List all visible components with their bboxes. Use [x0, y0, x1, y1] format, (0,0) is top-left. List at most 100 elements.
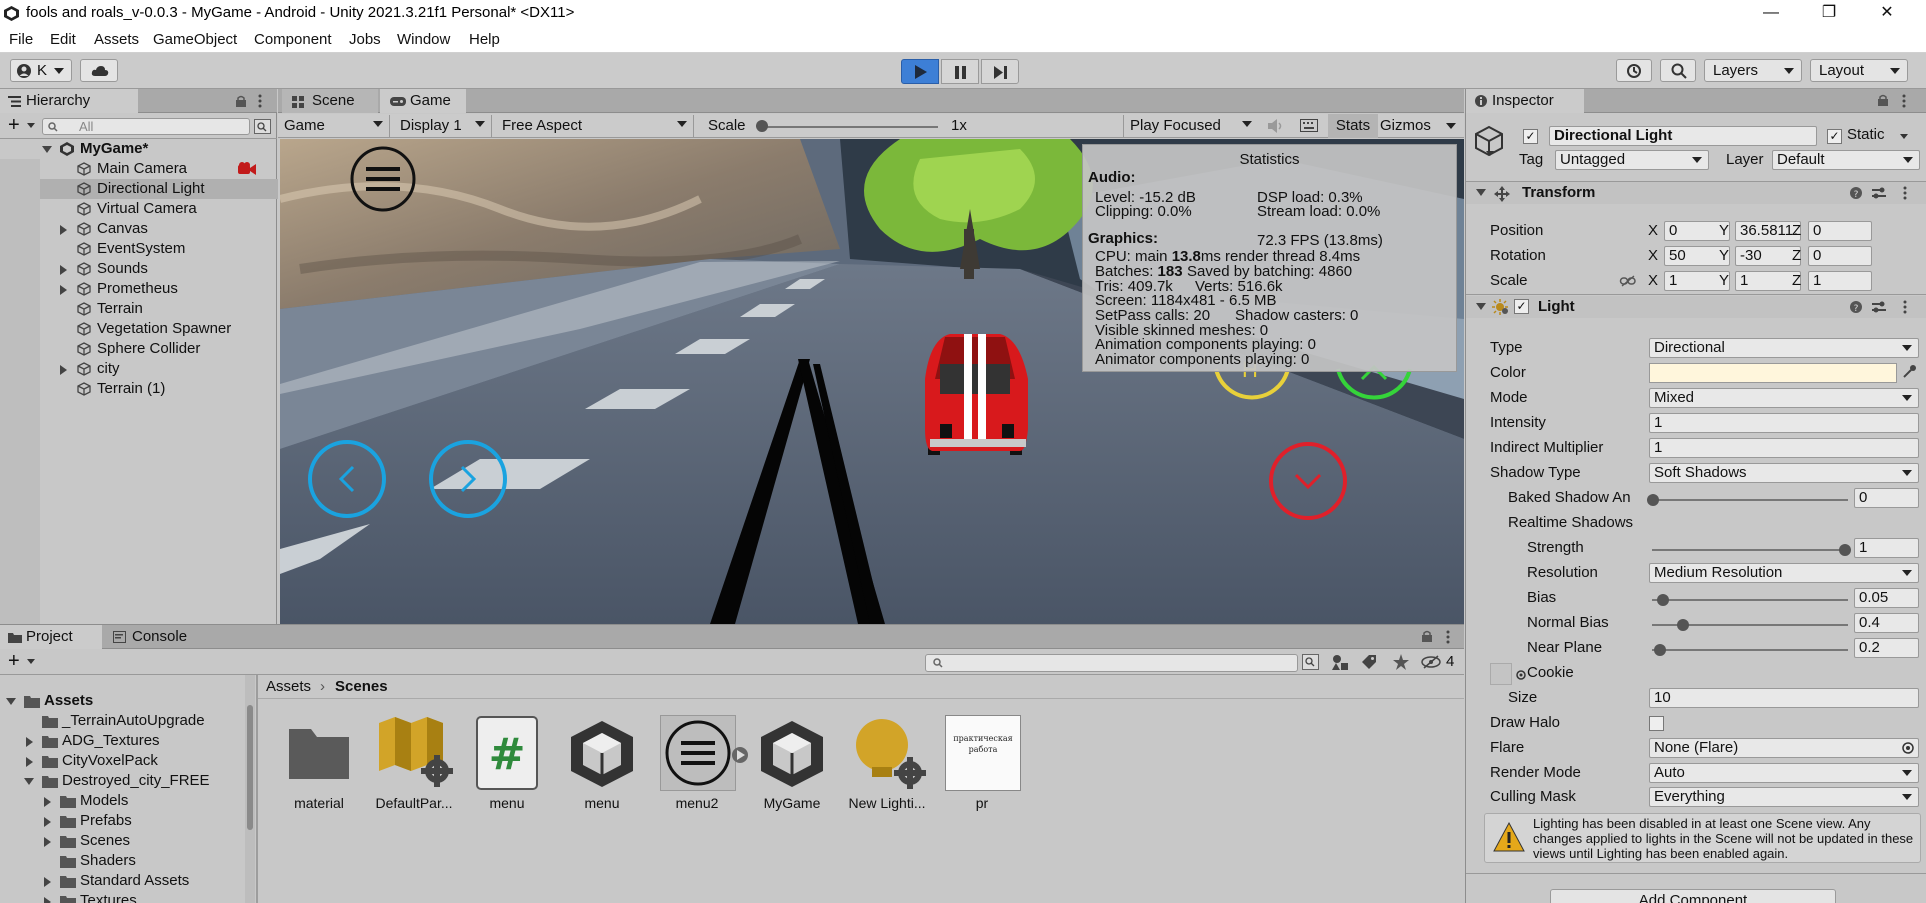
static-checkbox[interactable]: ✓ [1827, 129, 1842, 144]
expand-arrow-icon[interactable] [42, 146, 52, 158]
undo-history-button[interactable] [1616, 59, 1652, 82]
project-tree-item[interactable]: Destroyed_city_FREE [0, 771, 245, 791]
collapse-arrow-icon[interactable] [1476, 189, 1486, 201]
hierarchy-item[interactable]: Sounds [0, 259, 280, 279]
scale-z-field[interactable]: 1 [1808, 271, 1872, 291]
static-dropdown-icon[interactable] [1900, 134, 1908, 143]
mode-dropdown[interactable]: Mixed [1649, 388, 1919, 408]
breadcrumb-assets[interactable]: Assets [266, 677, 311, 697]
game-viewport[interactable]: H Statistics Audio: Level: -15.2 dB Clip… [280, 139, 1464, 624]
expand-arrow-icon[interactable] [60, 365, 72, 375]
menu-jobs[interactable]: Jobs [349, 31, 381, 48]
favorite-star-icon[interactable] [1393, 654, 1409, 670]
project-tree-item[interactable]: Scenes [0, 831, 245, 851]
light-enabled-checkbox[interactable]: ✓ [1514, 299, 1529, 314]
tab-hierarchy[interactable]: Hierarchy [0, 89, 138, 113]
color-swatch[interactable] [1649, 363, 1897, 383]
expand-arrow-icon[interactable] [60, 265, 72, 275]
intensity-field[interactable]: 1 [1649, 413, 1919, 433]
layer-dropdown[interactable]: Default [1772, 150, 1920, 170]
expand-arrow-icon[interactable] [24, 778, 34, 790]
rotation-z-field[interactable]: 0 [1808, 246, 1872, 266]
baked-shadow-angle-field[interactable]: 0 [1854, 488, 1919, 508]
tree-scrollbar-thumb[interactable] [247, 705, 253, 830]
gizmos-label[interactable]: Gizmos [1380, 116, 1431, 136]
pause-button[interactable] [941, 59, 979, 84]
project-tree-item[interactable]: Models [0, 791, 245, 811]
strength-slider-knob[interactable] [1839, 544, 1851, 556]
bias-slider-knob[interactable] [1657, 594, 1669, 606]
hierarchy-item[interactable]: Terrain [0, 299, 280, 319]
project-tree-item[interactable]: Prefabs [0, 811, 245, 831]
project-tree-item[interactable]: Textures [0, 891, 245, 903]
project-search[interactable] [925, 654, 1298, 672]
hidden-packages-icon[interactable] [1421, 655, 1442, 669]
more-menu-icon[interactable] [258, 94, 262, 108]
breadcrumb-scenes[interactable]: Scenes [335, 677, 388, 697]
mute-audio-icon[interactable] [1268, 119, 1284, 133]
near-plane-field[interactable]: 0.2 [1854, 638, 1919, 658]
steer-right-hud-button[interactable] [428, 439, 508, 519]
baked-shadow-slider-track[interactable] [1652, 499, 1848, 501]
menu-assets[interactable]: Assets [94, 31, 139, 48]
expand-arrow-icon[interactable] [60, 285, 72, 295]
project-splitter[interactable] [256, 675, 258, 903]
keyboard-shortcuts-icon[interactable] [1300, 119, 1318, 132]
transform-header[interactable]: Transform ? [1466, 182, 1926, 204]
project-tree-item[interactable]: Shaders [0, 851, 245, 871]
help-icon[interactable]: ? [1850, 301, 1862, 314]
more-menu-icon[interactable] [1446, 630, 1450, 644]
project-tree-item[interactable]: Assets [0, 691, 245, 711]
menu-gameobject[interactable]: GameObject [153, 31, 237, 48]
hierarchy-item[interactable]: Prometheus [0, 279, 280, 299]
size-field[interactable]: 10 [1649, 688, 1919, 708]
search-scope-icon[interactable] [254, 119, 271, 134]
hierarchy-item[interactable]: city [0, 359, 280, 379]
hierarchy-item[interactable]: Vegetation Spawner [0, 319, 280, 339]
expand-arrow-icon[interactable] [44, 877, 56, 887]
minimize-button[interactable]: — [1742, 0, 1800, 27]
position-z-field[interactable]: 0 [1808, 221, 1872, 241]
project-tree-item[interactable]: Standard Assets [0, 871, 245, 891]
component-menu-icon[interactable] [1903, 300, 1907, 314]
project-tree-item[interactable]: CityVoxelPack [0, 751, 245, 771]
hierarchy-scene-root[interactable]: MyGame* [0, 139, 280, 159]
flare-field[interactable]: None (Flare) [1649, 738, 1919, 758]
search-scope-icon[interactable] [1302, 654, 1319, 670]
normal-bias-field[interactable]: 0.4 [1854, 613, 1919, 633]
menu-window[interactable]: Window [397, 31, 450, 48]
presets-icon[interactable] [1872, 301, 1886, 313]
hierarchy-item[interactable]: Directional Light [0, 179, 280, 199]
object-name-field[interactable]: Directional Light [1549, 126, 1817, 146]
expand-arrow-icon[interactable] [26, 757, 38, 767]
active-checkbox[interactable]: ✓ [1523, 129, 1538, 144]
layers-dropdown[interactable]: Layers [1704, 59, 1802, 82]
layout-dropdown[interactable]: Layout [1810, 59, 1908, 82]
step-button[interactable] [981, 59, 1019, 84]
cookie-texture-slot[interactable] [1490, 663, 1512, 685]
expand-arrow-icon[interactable] [44, 897, 56, 903]
scale-slider-knob[interactable] [756, 120, 768, 132]
tab-project[interactable]: Project [0, 625, 102, 649]
scale-slider-track[interactable] [758, 126, 938, 128]
lock-icon[interactable] [1878, 94, 1888, 106]
expand-arrow-icon[interactable] [6, 698, 16, 710]
filter-by-label-icon[interactable] [1362, 655, 1377, 670]
tree-scrollbar[interactable] [245, 675, 255, 903]
expand-arrow-icon[interactable] [44, 837, 56, 847]
component-menu-icon[interactable] [1903, 186, 1907, 200]
display-dropdown[interactable]: Display 1 [392, 115, 492, 137]
search-button[interactable] [1660, 59, 1696, 82]
hierarchy-item[interactable]: Sphere Collider [0, 339, 280, 359]
menu-edit[interactable]: Edit [50, 31, 76, 48]
project-tree-item[interactable]: ADG_Textures [0, 731, 245, 751]
eyedropper-icon[interactable] [1902, 365, 1916, 379]
icon-dropdown-icon[interactable] [1486, 151, 1494, 160]
presets-icon[interactable] [1872, 187, 1886, 199]
tab-console[interactable]: Console [104, 625, 204, 649]
draw-halo-checkbox[interactable] [1649, 716, 1664, 731]
cloud-button[interactable] [80, 59, 118, 82]
game-mode-dropdown[interactable]: Game [278, 115, 390, 137]
strength-slider-track[interactable] [1652, 549, 1848, 551]
shadow-type-dropdown[interactable]: Soft Shadows [1649, 463, 1919, 483]
